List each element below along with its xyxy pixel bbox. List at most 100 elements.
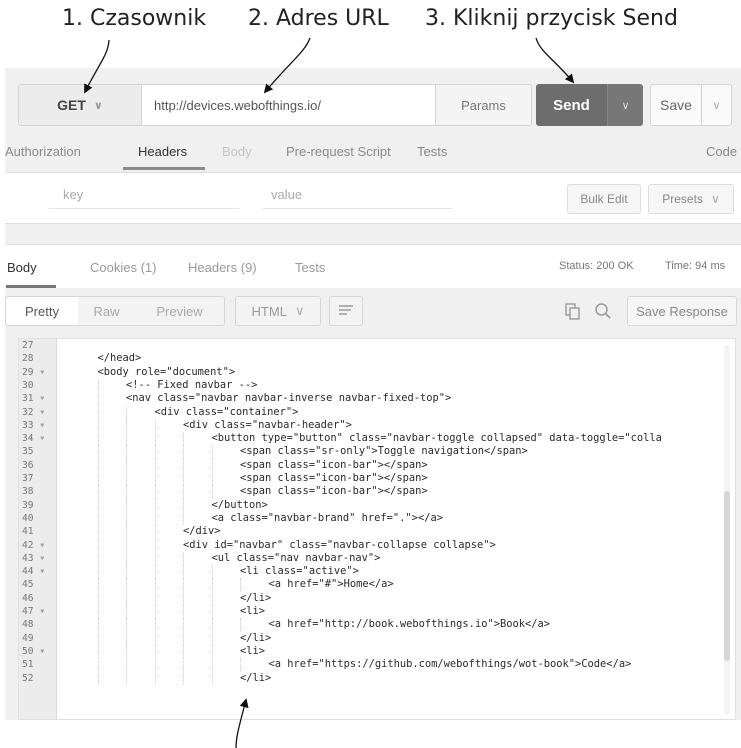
- indent-guide: [240, 618, 241, 632]
- indent-guide: [211, 458, 213, 472]
- search-icon[interactable]: [594, 302, 612, 320]
- code-line: 47 ▾ <li>: [19, 605, 719, 619]
- indent-guide: [154, 472, 156, 486]
- code-line: 27: [19, 339, 719, 352]
- indent-guide: [211, 658, 213, 672]
- tab-code[interactable]: Code: [706, 144, 737, 159]
- indent-guide: [183, 432, 184, 446]
- language-select[interactable]: HTML ∨: [235, 296, 321, 326]
- code-text: <li>: [240, 644, 266, 657]
- code-line: 41 </div>: [19, 525, 719, 539]
- code-line: 49 </li>: [19, 631, 719, 645]
- language-label: HTML: [251, 303, 287, 319]
- indent-guide: [126, 458, 127, 472]
- code-text: <div class="container">: [154, 405, 299, 418]
- indent-guide: [126, 472, 127, 486]
- fold-toggle-icon[interactable]: ▾: [39, 367, 45, 378]
- url-input[interactable]: http://devices.webofthings.io/: [142, 84, 436, 126]
- code-line: 46 </li>: [19, 591, 719, 605]
- view-preview-button[interactable]: Preview: [135, 296, 225, 326]
- indent-guide: [211, 671, 213, 685]
- code-line: 52 </li>: [19, 671, 719, 685]
- tab-response-headers[interactable]: Headers (9): [188, 260, 257, 275]
- indent-guide: [97, 405, 99, 419]
- code-text: <span class="icon-bar"></span>: [240, 458, 428, 471]
- indent-guide: [97, 551, 99, 566]
- indent-guide: [154, 605, 156, 619]
- response-code-viewer[interactable]: 27 28 </head> 29 ▾ <body role="document"> 30 <…: [18, 338, 736, 720]
- indent-guide: [126, 432, 127, 446]
- line-number: 32 ▾: [22, 406, 46, 418]
- indent-guide: [126, 565, 127, 579]
- chevron-down-icon: ∨: [712, 99, 721, 112]
- scrollbar-thumb[interactable]: [724, 491, 730, 661]
- tab-headers[interactable]: Headers: [138, 144, 187, 159]
- method-label: GET: [57, 97, 86, 113]
- line-number: 35: [22, 446, 34, 458]
- indent-guide: [183, 591, 184, 605]
- fold-toggle-icon[interactable]: ▾: [39, 553, 45, 564]
- method-select[interactable]: GET ∨: [18, 84, 142, 126]
- wrap-lines-button[interactable]: [329, 296, 363, 326]
- save-button[interactable]: Save: [650, 84, 702, 126]
- fold-toggle-icon[interactable]: ▾: [39, 433, 45, 444]
- indent-guide: [97, 618, 99, 632]
- tab-tests[interactable]: Tests: [417, 144, 447, 159]
- fold-toggle-icon[interactable]: ▾: [39, 646, 45, 657]
- code-line: 31 ▾ <nav class="navbar navbar-inverse na…: [19, 392, 719, 406]
- fold-toggle-icon[interactable]: ▾: [39, 420, 45, 431]
- copy-icon[interactable]: [565, 303, 581, 320]
- params-button[interactable]: Params: [436, 84, 532, 126]
- code-line: 42 ▾ <div id="navbar" class="navbar-colla…: [19, 538, 719, 552]
- code-text: <span class="sr-only">Toggle navigation<…: [240, 445, 528, 458]
- annotation-send: 3. Kliknij przycisk Send: [425, 6, 678, 31]
- code-line: 43 ▾ <ul class="nav navbar-nav">: [19, 551, 719, 566]
- indent-guide: [97, 445, 99, 459]
- indent-guide: [126, 538, 127, 552]
- header-value-input[interactable]: value: [263, 187, 453, 209]
- indent-guide: [154, 671, 156, 685]
- fold-toggle-icon[interactable]: ▾: [39, 606, 45, 617]
- indent-guide: [126, 511, 127, 526]
- tab-pre-request-script[interactable]: Pre-request Script: [286, 144, 391, 159]
- indent-guide: [154, 485, 156, 499]
- presets-dropdown[interactable]: Presets ∨: [648, 184, 734, 214]
- fold-toggle-icon[interactable]: ▾: [39, 566, 45, 577]
- presets-label: Presets: [662, 192, 703, 206]
- send-button[interactable]: Send: [536, 84, 607, 126]
- save-dropdown-button[interactable]: ∨: [702, 84, 732, 126]
- indent-guide: [183, 605, 184, 619]
- view-raw-button[interactable]: Raw: [78, 296, 136, 326]
- tab-response-tests[interactable]: Tests: [295, 260, 325, 275]
- request-bar: GET ∨ http://devices.webofthings.io/ Par…: [18, 84, 741, 126]
- line-number: 37: [22, 473, 34, 484]
- request-tabs: Authorization Headers Body Pre-request S…: [5, 144, 741, 170]
- chevron-down-icon: ∨: [294, 303, 305, 318]
- code-text: <a class="navbar-brand" href="."></a>: [211, 511, 443, 524]
- bulk-edit-button[interactable]: Bulk Edit: [567, 184, 641, 214]
- indent-guide: [97, 631, 99, 645]
- fold-toggle-icon[interactable]: ▾: [39, 540, 45, 551]
- tab-authorization[interactable]: Authorization: [5, 144, 81, 159]
- fold-toggle-icon[interactable]: ▾: [39, 393, 45, 404]
- indent-guide: [154, 525, 156, 539]
- indent-guide: [97, 392, 99, 406]
- indent-guide: [240, 578, 241, 592]
- indent-guide: [126, 578, 127, 592]
- fold-toggle-icon[interactable]: ▾: [39, 407, 45, 418]
- view-pretty-button[interactable]: Pretty: [5, 296, 79, 326]
- tab-response-body[interactable]: Body: [7, 260, 37, 275]
- tab-body[interactable]: Body: [222, 144, 252, 159]
- indent-guide: [183, 658, 184, 672]
- save-response-button[interactable]: Save Response: [627, 296, 737, 326]
- indent-guide: [183, 618, 184, 632]
- indent-guide: [211, 618, 213, 632]
- tab-cookies[interactable]: Cookies (1): [90, 260, 156, 275]
- indent-guide: [97, 538, 99, 552]
- code-text: <ul class="nav navbar-nav">: [211, 551, 381, 564]
- line-number: 39: [22, 499, 34, 511]
- indent-guide: [97, 525, 99, 539]
- header-key-input[interactable]: key: [49, 187, 239, 209]
- send-dropdown-button[interactable]: ∨: [607, 84, 643, 126]
- indent-guide: [183, 631, 184, 645]
